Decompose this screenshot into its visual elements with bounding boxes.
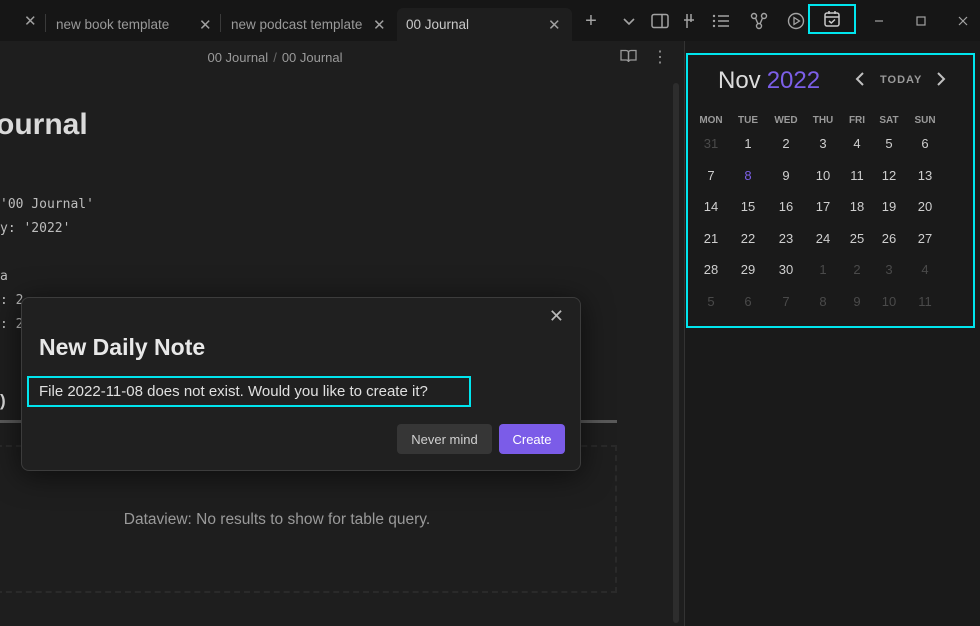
- calendar-day[interactable]: 20: [906, 199, 944, 214]
- calendar-day[interactable]: 8: [804, 294, 842, 309]
- modal-message: File 2022-11-08 does not exist. Would yo…: [27, 376, 471, 407]
- calendar-day[interactable]: 10: [870, 294, 908, 309]
- calendar-widget: Nov 2022 TODAY MON TUE WED THU FRI SAT SUN 31 1 2 3…: [686, 53, 975, 328]
- calendar-day[interactable]: 28: [692, 262, 730, 277]
- section-heading: ): [0, 391, 6, 410]
- calendar-title: Nov 2022: [718, 67, 820, 95]
- create-button[interactable]: Create: [499, 424, 565, 454]
- tab-00-journal[interactable]: 00 Journal ✕: [397, 8, 572, 41]
- calendar-day[interactable]: 11: [906, 294, 944, 309]
- plus-icon[interactable]: +: [578, 8, 604, 34]
- more-vertical-icon[interactable]: ⋮: [652, 47, 668, 67]
- calendar-day[interactable]: 26: [870, 231, 908, 246]
- maximize-icon[interactable]: [908, 8, 934, 34]
- close-icon[interactable]: ✕: [549, 306, 564, 327]
- calendar-day[interactable]: 22: [729, 231, 767, 246]
- graph-icon[interactable]: [746, 8, 772, 34]
- calendar-month: Nov: [718, 67, 761, 94]
- never-mind-button[interactable]: Never mind: [397, 424, 492, 454]
- modal-title: New Daily Note: [39, 334, 206, 360]
- calendar-day[interactable]: 30: [767, 262, 805, 277]
- calendar-day[interactable]: 23: [767, 231, 805, 246]
- window-close-icon[interactable]: [950, 8, 976, 34]
- calendar-day[interactable]: 5: [692, 294, 730, 309]
- calendar-day[interactable]: 7: [767, 294, 805, 309]
- calendar-day[interactable]: 12: [870, 168, 908, 183]
- close-icon[interactable]: ✕: [548, 16, 561, 34]
- calendar-day[interactable]: 3: [870, 262, 908, 277]
- calendar-day[interactable]: 27: [906, 231, 944, 246]
- calendar-weekday: WED: [774, 115, 798, 126]
- tab-label: new book template: [56, 17, 170, 32]
- close-icon[interactable]: ✕: [24, 12, 37, 30]
- chevron-down-icon[interactable]: [616, 8, 642, 34]
- calendar-day[interactable]: 7: [692, 168, 730, 183]
- breadcrumb-file[interactable]: 00 Journal: [282, 50, 343, 65]
- new-daily-note-modal: ✕ New Daily Note File 2022-11-08 does no…: [21, 297, 581, 471]
- book-open-icon[interactable]: [620, 49, 637, 68]
- calendar-day[interactable]: 1: [729, 136, 767, 151]
- tab-label: 00 Journal: [406, 17, 470, 32]
- breadcrumb-separator: /: [273, 50, 277, 65]
- calendar-day[interactable]: 3: [804, 136, 842, 151]
- calendar-day[interactable]: 13: [906, 168, 944, 183]
- calendar-day[interactable]: 4: [906, 262, 944, 277]
- calendar-day[interactable]: 9: [767, 168, 805, 183]
- calendar-year: 2022: [766, 67, 821, 94]
- calendar-day[interactable]: 21: [692, 231, 730, 246]
- calendar-day[interactable]: 17: [804, 199, 842, 214]
- calendar-check-icon[interactable]: [808, 4, 856, 34]
- calendar-day[interactable]: 6: [729, 294, 767, 309]
- minimize-icon[interactable]: [866, 8, 892, 34]
- tab-new-book-template[interactable]: new book template ✕: [56, 8, 221, 41]
- calendar-weekday: SUN: [914, 115, 936, 126]
- close-icon[interactable]: ✕: [373, 16, 386, 34]
- calendar-day[interactable]: 19: [870, 199, 908, 214]
- breadcrumb-folder[interactable]: 00 Journal: [207, 50, 268, 65]
- tab-divider: [220, 14, 221, 32]
- calendar-day[interactable]: 15: [729, 199, 767, 214]
- sidebar-toggle-icon[interactable]: [647, 8, 673, 34]
- frontmatter-line: : 2: [0, 293, 24, 308]
- frontmatter-line: a: [0, 269, 8, 284]
- calendar-day[interactable]: 24: [804, 231, 842, 246]
- calendar-day[interactable]: 5: [870, 136, 908, 151]
- calendar-day[interactable]: 31: [692, 136, 730, 151]
- strikethrough-icon[interactable]: [676, 8, 702, 34]
- tab-label: new podcast template: [231, 17, 363, 32]
- calendar-day[interactable]: 2: [767, 136, 805, 151]
- tab-bar: ✕ new book template ✕ new podcast templa…: [0, 0, 980, 41]
- calendar-day[interactable]: 14: [692, 199, 730, 214]
- calendar-weekday: THU: [812, 115, 834, 126]
- frontmatter-line: : 2: [0, 317, 24, 332]
- calendar-day[interactable]: 6: [906, 136, 944, 151]
- editor-scrollbar[interactable]: [673, 83, 679, 623]
- calendar-day[interactable]: 8: [729, 168, 767, 183]
- calendar-weekday: MON: [699, 115, 723, 126]
- calendar-day[interactable]: 16: [767, 199, 805, 214]
- chevron-left-icon[interactable]: [854, 71, 866, 91]
- calendar-weekday: TUE: [738, 115, 758, 126]
- page-title: ournal: [0, 108, 88, 141]
- frontmatter-line: y: '2022': [0, 221, 71, 236]
- calendar-day[interactable]: 1: [804, 262, 842, 277]
- list-icon[interactable]: [708, 8, 734, 34]
- app-window: ✕ new book template ✕ new podcast templa…: [0, 0, 980, 626]
- calendar-day[interactable]: 29: [729, 262, 767, 277]
- breadcrumb: 00 Journal / 00 Journal: [0, 50, 550, 65]
- chevron-right-icon[interactable]: [935, 71, 947, 91]
- tab-divider: [45, 14, 46, 32]
- dataview-message: Dataview: No results to show for table q…: [123, 511, 431, 528]
- calendar-day[interactable]: 10: [804, 168, 842, 183]
- tab-new-podcast-template[interactable]: new podcast template ✕: [231, 8, 396, 41]
- play-icon[interactable]: [783, 8, 809, 34]
- close-icon[interactable]: ✕: [199, 16, 212, 34]
- calendar-weekday: SAT: [879, 115, 899, 126]
- frontmatter-line: '00 Journal': [0, 197, 94, 212]
- calendar-today-button[interactable]: TODAY: [880, 74, 922, 86]
